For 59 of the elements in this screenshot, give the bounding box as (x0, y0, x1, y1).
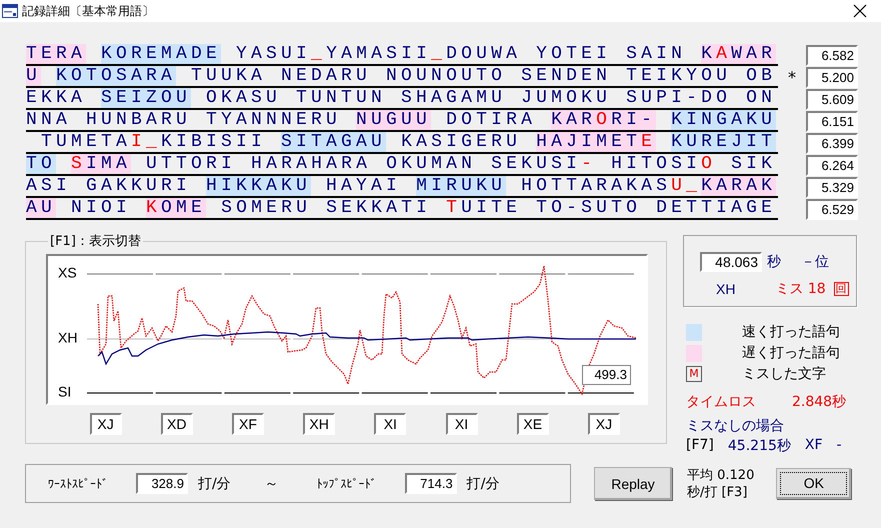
level-label: XH (58, 330, 78, 346)
section-grade: XF (232, 413, 264, 435)
section-grade: XH (303, 413, 336, 435)
value-field: 499.3 (582, 365, 631, 385)
level-label: XS (58, 264, 77, 281)
close-icon[interactable] (853, 4, 867, 18)
time-unit: 秒 (767, 253, 781, 271)
typed-text-line: AU NIOI K OME SOMERU SEKKATI T UITE TO-SUTO DETTIAGE (26, 198, 778, 220)
legend-label: 速く打った語句 (742, 323, 840, 341)
line-time-field: 6.151 (806, 111, 858, 132)
line-time-field: 6.582 (806, 45, 858, 66)
typed-text-line: NNA HUNBARU TYANNNERU NUGUU DOTIRA KAR O RI- KINGAKU (26, 110, 778, 132)
top-speed-field: 714.3 (404, 473, 457, 494)
group-title[interactable]: [F1]：表示切替 (48, 232, 143, 250)
grade-text: XH (716, 281, 736, 297)
tilde: ～ (264, 474, 279, 492)
rank-text: －位 (801, 253, 829, 271)
miss-unit: 回 (834, 282, 849, 296)
average-text: 平均 0.120 (687, 466, 754, 484)
line-time-field: 5.609 (806, 89, 858, 110)
miss-sample: M (686, 366, 702, 382)
ok-button[interactable]: OK (776, 468, 852, 499)
window-title: 記録詳細〔基本常用語〕 (22, 2, 154, 20)
worst-speed-field: 328.9 (136, 473, 188, 494)
no-miss-grade: XF (804, 437, 823, 455)
level-label: SI (58, 384, 72, 400)
no-miss-label: ミスなしの場合 (685, 417, 785, 435)
legend-label: 遅く打った語句 (742, 344, 840, 362)
replay-button[interactable]: Replay (594, 467, 672, 500)
line-time-field: 6.399 (806, 133, 858, 154)
no-miss-rank: - (836, 437, 842, 455)
section-grade: XI (446, 413, 478, 435)
line-time-field: 6.264 (806, 155, 858, 176)
section-grade: XD (160, 413, 193, 435)
shortcut-key: [F7] (686, 437, 714, 455)
miss-text: ミス 18 (775, 280, 826, 298)
time-loss-value: 2.848秒 (792, 393, 846, 411)
section-grade: XJ (588, 413, 620, 435)
line-time-field: 5.329 (806, 177, 858, 198)
average-unit: 秒/打 [F3] (687, 484, 748, 500)
time-loss-label: タイムロス (686, 393, 756, 411)
worst-speed-label: ﾜｰｽﾄｽﾋﾟｰﾄﾞ (48, 476, 108, 490)
top-speed-label: ﾄｯﾌﾟｽﾋﾟｰﾄﾞ (316, 476, 377, 490)
section-grade: XI (374, 413, 406, 435)
typed-text-line: U KOTOSARA TUUKA NEDARU NOUNOUTO SENDEN TEIKYOU OB (26, 66, 778, 88)
line-time-field: 6.529 (806, 199, 858, 220)
typed-text-line: ASI GAKKURI HIKKAKU HAYAI MIRUKU HOTTARAKAS U_KARAK (26, 176, 778, 198)
typed-text-line: TERA KOREMADE YASUI_YAMASII_DOUWA YOTEI SAIN K A WAR (26, 44, 778, 66)
legend-label: ミスした文字 (742, 365, 826, 383)
section-grade: XJ (90, 413, 122, 435)
section-grade: XE (516, 413, 549, 435)
speed-unit: 打/分 (466, 474, 500, 492)
no-miss-time: 45.215秒 (728, 437, 791, 455)
line-time-field: 5.200 (806, 67, 858, 88)
time-field: 48.063 (700, 252, 762, 272)
speed-unit: 打/分 (198, 474, 231, 492)
line-marker: * (788, 68, 796, 87)
fast-swatch (686, 324, 702, 340)
typed-text-line: TUMETA I_KIBISII SITAGAU KASIGERU HAJIMET E KUREJIT (26, 132, 778, 154)
